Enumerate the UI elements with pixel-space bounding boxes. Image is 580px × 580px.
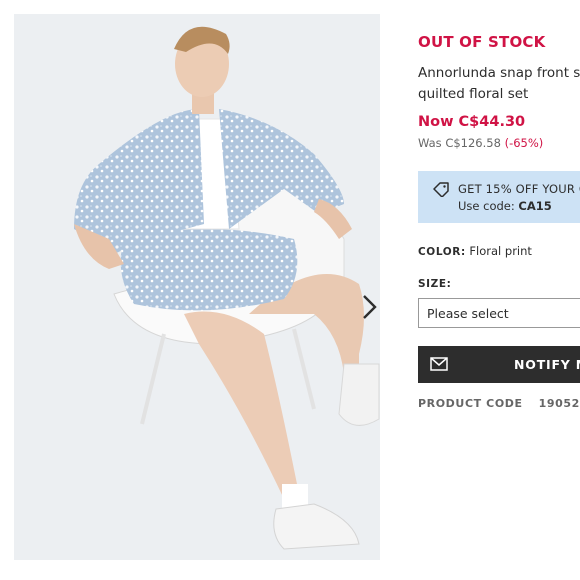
- color-row: COLOR: Floral print: [418, 244, 532, 258]
- product-name-line1: Annorlunda snap front sho: [418, 65, 580, 81]
- promo-headline: GET 15% OFF YOUR OR: [458, 182, 580, 196]
- price-was: Was C$126.58 (-65%): [418, 136, 543, 150]
- price-now: Now C$44.30: [418, 114, 526, 130]
- color-label: COLOR:: [418, 246, 466, 258]
- product-code-value: 1905231: [538, 397, 580, 410]
- discount-badge: (-65%): [504, 136, 544, 150]
- model-photo: [14, 14, 380, 560]
- color-value: Floral print: [469, 244, 532, 258]
- notify-me-button[interactable]: NOTIFY M: [418, 346, 580, 383]
- product-name-line2: quilted floral set: [418, 86, 529, 102]
- tag-icon: [433, 182, 449, 197]
- product-name: Annorlunda snap front sho quilted floral…: [418, 63, 580, 105]
- size-select[interactable]: Please select: [418, 298, 580, 328]
- product-image[interactable]: [14, 14, 380, 560]
- promo-banner: GET 15% OFF YOUR OR Use code: CA15: [418, 171, 580, 223]
- chevron-right-icon[interactable]: [354, 290, 380, 324]
- product-code: PRODUCT CODE 1905231: [418, 397, 580, 410]
- size-label: SIZE:: [418, 278, 452, 290]
- promo-code-line: Use code: CA15: [458, 199, 552, 213]
- mail-icon: [430, 357, 448, 371]
- promo-code-prefix: Use code:: [458, 199, 515, 213]
- product-code-label: PRODUCT CODE: [418, 397, 523, 410]
- notify-me-label: NOTIFY M: [514, 357, 580, 372]
- stock-status: OUT OF STOCK: [418, 33, 546, 51]
- price-was-value: Was C$126.58: [418, 136, 501, 150]
- promo-code: CA15: [518, 199, 552, 213]
